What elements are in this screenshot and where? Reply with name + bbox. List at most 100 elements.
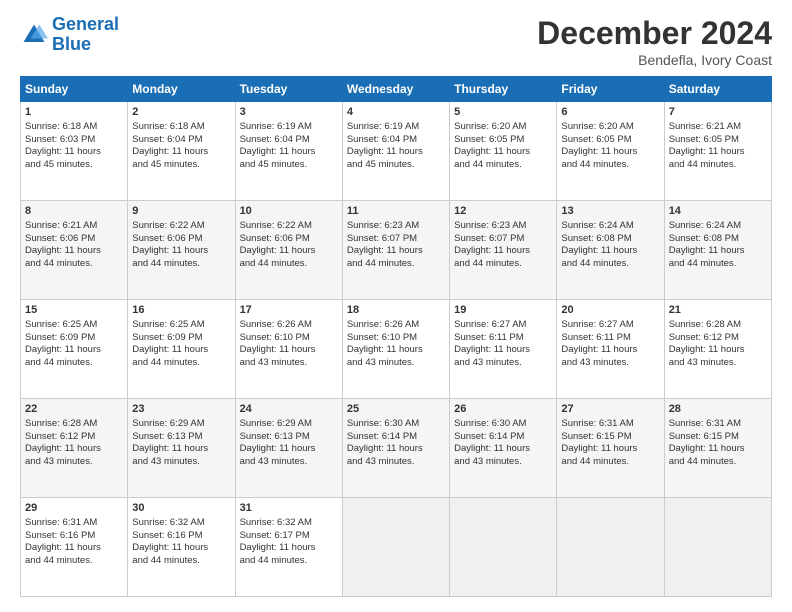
calendar-day-cell: 7Sunrise: 6:21 AMSunset: 6:05 PMDaylight…	[664, 102, 771, 201]
day-info-line: Daylight: 11 hours	[347, 344, 445, 357]
day-info-line: and 45 minutes.	[25, 159, 123, 172]
day-info-line: and 44 minutes.	[347, 258, 445, 271]
day-number: 26	[454, 402, 552, 417]
day-info-line: Daylight: 11 hours	[347, 443, 445, 456]
day-info-line: Sunset: 6:09 PM	[132, 332, 230, 345]
day-info-line: Sunset: 6:05 PM	[669, 134, 767, 147]
day-info-line: and 44 minutes.	[240, 555, 338, 568]
day-info-line: Sunrise: 6:23 AM	[454, 220, 552, 233]
day-number: 8	[25, 204, 123, 219]
day-info-line: Daylight: 11 hours	[25, 542, 123, 555]
day-info-line: Sunset: 6:12 PM	[669, 332, 767, 345]
day-info-line: Sunrise: 6:31 AM	[669, 418, 767, 431]
day-info-line: and 44 minutes.	[454, 258, 552, 271]
day-info-line: Daylight: 11 hours	[240, 542, 338, 555]
day-info-line: Sunrise: 6:25 AM	[25, 319, 123, 332]
day-info-line: Sunset: 6:09 PM	[25, 332, 123, 345]
day-info-line: Sunset: 6:05 PM	[454, 134, 552, 147]
day-number: 30	[132, 501, 230, 516]
day-info-line: and 44 minutes.	[561, 456, 659, 469]
calendar-week-row: 1Sunrise: 6:18 AMSunset: 6:03 PMDaylight…	[21, 102, 772, 201]
day-info-line: and 43 minutes.	[454, 357, 552, 370]
day-info-line: Sunrise: 6:18 AM	[25, 121, 123, 134]
day-info-line: Sunrise: 6:30 AM	[454, 418, 552, 431]
calendar-day-cell: 15Sunrise: 6:25 AMSunset: 6:09 PMDayligh…	[21, 300, 128, 399]
day-info-line: Sunset: 6:14 PM	[454, 431, 552, 444]
calendar-day-cell: 20Sunrise: 6:27 AMSunset: 6:11 PMDayligh…	[557, 300, 664, 399]
day-info-line: Sunset: 6:12 PM	[25, 431, 123, 444]
day-info-line: and 43 minutes.	[132, 456, 230, 469]
day-info-line: and 43 minutes.	[454, 456, 552, 469]
day-info-line: Daylight: 11 hours	[25, 245, 123, 258]
calendar-day-cell: 13Sunrise: 6:24 AMSunset: 6:08 PMDayligh…	[557, 201, 664, 300]
day-number: 29	[25, 501, 123, 516]
day-info-line: Sunset: 6:16 PM	[25, 530, 123, 543]
calendar-week-row: 8Sunrise: 6:21 AMSunset: 6:06 PMDaylight…	[21, 201, 772, 300]
calendar-week-row: 15Sunrise: 6:25 AMSunset: 6:09 PMDayligh…	[21, 300, 772, 399]
day-info-line: Daylight: 11 hours	[240, 344, 338, 357]
day-number: 20	[561, 303, 659, 318]
day-info-line: Daylight: 11 hours	[25, 146, 123, 159]
day-info-line: Sunset: 6:08 PM	[561, 233, 659, 246]
day-info-line: Daylight: 11 hours	[669, 245, 767, 258]
day-info-line: Sunset: 6:07 PM	[347, 233, 445, 246]
day-info-line: Sunset: 6:13 PM	[240, 431, 338, 444]
page: General Blue December 2024 Bendefla, Ivo…	[0, 0, 792, 612]
day-number: 13	[561, 204, 659, 219]
day-info-line: Sunrise: 6:30 AM	[347, 418, 445, 431]
calendar-day-cell: 23Sunrise: 6:29 AMSunset: 6:13 PMDayligh…	[128, 399, 235, 498]
day-info-line: Daylight: 11 hours	[347, 245, 445, 258]
calendar-header-row: SundayMondayTuesdayWednesdayThursdayFrid…	[21, 77, 772, 102]
calendar-day-header: Wednesday	[342, 77, 449, 102]
day-info-line: Sunset: 6:04 PM	[347, 134, 445, 147]
day-info-line: Sunrise: 6:24 AM	[669, 220, 767, 233]
day-number: 31	[240, 501, 338, 516]
day-info-line: Daylight: 11 hours	[132, 443, 230, 456]
day-info-line: Daylight: 11 hours	[132, 542, 230, 555]
day-number: 15	[25, 303, 123, 318]
day-info-line: and 45 minutes.	[240, 159, 338, 172]
day-info-line: Daylight: 11 hours	[132, 146, 230, 159]
day-info-line: Sunrise: 6:21 AM	[669, 121, 767, 134]
calendar-day-cell: 5Sunrise: 6:20 AMSunset: 6:05 PMDaylight…	[450, 102, 557, 201]
day-info-line: Daylight: 11 hours	[561, 344, 659, 357]
day-info-line: and 43 minutes.	[561, 357, 659, 370]
day-info-line: Daylight: 11 hours	[561, 443, 659, 456]
day-info-line: Sunrise: 6:25 AM	[132, 319, 230, 332]
day-number: 21	[669, 303, 767, 318]
day-number: 28	[669, 402, 767, 417]
logo-text: General Blue	[52, 15, 119, 55]
day-info-line: and 44 minutes.	[25, 555, 123, 568]
day-info-line: Sunrise: 6:27 AM	[561, 319, 659, 332]
day-info-line: Daylight: 11 hours	[240, 146, 338, 159]
day-number: 1	[25, 105, 123, 120]
day-info-line: Daylight: 11 hours	[454, 146, 552, 159]
day-info-line: Sunset: 6:13 PM	[132, 431, 230, 444]
day-info-line: Sunset: 6:06 PM	[25, 233, 123, 246]
calendar-day-cell: 26Sunrise: 6:30 AMSunset: 6:14 PMDayligh…	[450, 399, 557, 498]
day-info-line: and 43 minutes.	[25, 456, 123, 469]
day-info-line: Sunset: 6:11 PM	[561, 332, 659, 345]
calendar-day-cell: 21Sunrise: 6:28 AMSunset: 6:12 PMDayligh…	[664, 300, 771, 399]
day-number: 25	[347, 402, 445, 417]
calendar-week-row: 29Sunrise: 6:31 AMSunset: 6:16 PMDayligh…	[21, 498, 772, 597]
day-info-line: Sunset: 6:06 PM	[132, 233, 230, 246]
day-number: 9	[132, 204, 230, 219]
calendar-day-cell: 25Sunrise: 6:30 AMSunset: 6:14 PMDayligh…	[342, 399, 449, 498]
day-info-line: Sunrise: 6:22 AM	[132, 220, 230, 233]
calendar-day-cell: 14Sunrise: 6:24 AMSunset: 6:08 PMDayligh…	[664, 201, 771, 300]
calendar-day-cell: 31Sunrise: 6:32 AMSunset: 6:17 PMDayligh…	[235, 498, 342, 597]
calendar-day-cell: 22Sunrise: 6:28 AMSunset: 6:12 PMDayligh…	[21, 399, 128, 498]
calendar-day-cell: 12Sunrise: 6:23 AMSunset: 6:07 PMDayligh…	[450, 201, 557, 300]
day-info-line: Daylight: 11 hours	[561, 245, 659, 258]
day-info-line: Daylight: 11 hours	[240, 443, 338, 456]
calendar-day-header: Tuesday	[235, 77, 342, 102]
calendar-day-cell	[557, 498, 664, 597]
day-number: 11	[347, 204, 445, 219]
day-info-line: Sunrise: 6:29 AM	[240, 418, 338, 431]
day-info-line: Sunrise: 6:32 AM	[240, 517, 338, 530]
day-info-line: Daylight: 11 hours	[669, 344, 767, 357]
calendar-day-header: Saturday	[664, 77, 771, 102]
calendar-day-cell: 4Sunrise: 6:19 AMSunset: 6:04 PMDaylight…	[342, 102, 449, 201]
day-info-line: Sunrise: 6:20 AM	[454, 121, 552, 134]
